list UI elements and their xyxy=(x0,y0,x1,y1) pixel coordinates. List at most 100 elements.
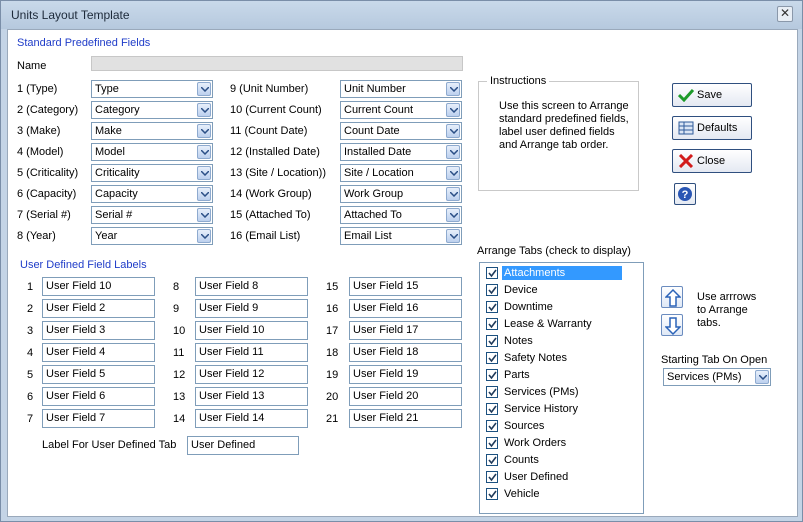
std-field-model-select[interactable]: Model xyxy=(91,143,213,161)
std-field-capacity-label: 6 (Capacity) xyxy=(17,188,77,200)
tab-item-user-defined[interactable]: User Defined xyxy=(484,469,640,485)
user-field-10-input[interactable]: User Field 10 xyxy=(195,321,308,340)
help-glyph: ? xyxy=(682,189,689,201)
arrange-tabs-list[interactable]: Attachments Device Downtime Lease & Warrant… xyxy=(479,262,644,514)
move-down-button[interactable] xyxy=(661,314,683,336)
tab-item-downtime[interactable]: Downtime xyxy=(484,299,640,315)
user-defined-tab-input[interactable]: User Defined xyxy=(187,436,299,455)
tab-item-counts[interactable]: Counts xyxy=(484,452,640,468)
std-field-site-location-label: 13 (Site / Location)) xyxy=(230,167,326,179)
tab-item-services-pms-label: Services (PMs) xyxy=(504,386,579,398)
user-field-14-number: 14 xyxy=(173,413,186,425)
user-field-2-input[interactable]: User Field 2 xyxy=(42,299,155,318)
close-button[interactable]: Close xyxy=(672,149,752,173)
checkmark-icon xyxy=(488,490,497,499)
tab-item-counts-checkbox[interactable] xyxy=(486,454,498,466)
defaults-button[interactable]: Defaults xyxy=(672,116,752,140)
user-defined-heading: User Defined Field Labels xyxy=(20,259,147,271)
window-close-button[interactable]: ✕ xyxy=(777,6,793,22)
tab-item-attachments[interactable]: Attachments xyxy=(484,265,640,281)
tab-item-services-pms[interactable]: Services (PMs) xyxy=(484,384,640,400)
defaults-grid-icon xyxy=(678,121,694,135)
tab-item-notes[interactable]: Notes xyxy=(484,333,640,349)
std-field-attached-to-value: Attached To xyxy=(344,209,402,221)
user-field-17-number: 17 xyxy=(326,325,339,337)
user-field-20-input[interactable]: User Field 20 xyxy=(349,387,462,406)
user-field-21-input[interactable]: User Field 21 xyxy=(349,409,462,428)
tab-item-safety-notes-checkbox[interactable] xyxy=(486,352,498,364)
std-field-make-select[interactable]: Make xyxy=(91,122,213,140)
help-button[interactable]: ? xyxy=(674,183,696,205)
tab-item-parts[interactable]: Parts xyxy=(484,367,640,383)
tab-item-sources-checkbox[interactable] xyxy=(486,420,498,432)
chevron-down-icon xyxy=(446,103,460,117)
tab-item-service-history[interactable]: Service History xyxy=(484,401,640,417)
tab-item-device[interactable]: Device xyxy=(484,282,640,298)
tab-item-downtime-checkbox[interactable] xyxy=(486,301,498,313)
chevron-down-icon xyxy=(197,208,211,222)
user-field-12-input[interactable]: User Field 12 xyxy=(195,365,308,384)
user-field-9-input[interactable]: User Field 9 xyxy=(195,299,308,318)
tab-item-service-history-checkbox[interactable] xyxy=(486,403,498,415)
tab-item-notes-checkbox[interactable] xyxy=(486,335,498,347)
user-field-8-input[interactable]: User Field 8 xyxy=(195,277,308,296)
save-button[interactable]: Save xyxy=(672,83,752,107)
std-field-email-list-value: Email List xyxy=(344,230,392,242)
tab-item-user-defined-checkbox[interactable] xyxy=(486,471,498,483)
std-field-attached-to-select[interactable]: Attached To xyxy=(340,206,462,224)
tab-item-services-pms-checkbox[interactable] xyxy=(486,386,498,398)
tab-item-vehicle-checkbox[interactable] xyxy=(486,488,498,500)
tab-item-lease-warranty[interactable]: Lease & Warranty xyxy=(484,316,640,332)
user-field-8-value: User Field 8 xyxy=(199,280,259,292)
tab-item-work-orders-checkbox[interactable] xyxy=(486,437,498,449)
move-up-button[interactable] xyxy=(661,286,683,308)
std-field-type-label: 1 (Type) xyxy=(17,83,58,95)
std-field-site-location-value: Site / Location xyxy=(344,167,414,179)
std-field-current-count-select[interactable]: Current Count xyxy=(340,101,462,119)
tab-item-vehicle[interactable]: Vehicle xyxy=(484,486,640,502)
chevron-down-icon xyxy=(197,229,211,243)
user-field-13-input[interactable]: User Field 13 xyxy=(195,387,308,406)
user-field-19-input[interactable]: User Field 19 xyxy=(349,365,462,384)
user-field-2-number: 2 xyxy=(27,303,34,315)
tab-item-attachments-checkbox[interactable] xyxy=(486,267,498,279)
std-field-work-group-select[interactable]: Work Group xyxy=(340,185,462,203)
std-field-unit-number-select[interactable]: Unit Number xyxy=(340,80,462,98)
save-button-label: Save xyxy=(697,89,723,101)
std-field-installed-date-select[interactable]: Installed Date xyxy=(340,143,462,161)
tab-item-work-orders[interactable]: Work Orders xyxy=(484,435,640,451)
tab-item-parts-checkbox[interactable] xyxy=(486,369,498,381)
user-field-3-input[interactable]: User Field 3 xyxy=(42,321,155,340)
tab-item-device-checkbox[interactable] xyxy=(486,284,498,296)
std-field-count-date-select[interactable]: Count Date xyxy=(340,122,462,140)
std-field-type-select[interactable]: Type xyxy=(91,80,213,98)
std-field-criticality-select[interactable]: Criticality xyxy=(91,164,213,182)
std-field-year-select[interactable]: Year xyxy=(91,227,213,245)
tab-item-safety-notes[interactable]: Safety Notes xyxy=(484,350,640,366)
user-field-14-value: User Field 14 xyxy=(199,412,265,424)
user-field-16-input[interactable]: User Field 16 xyxy=(349,299,462,318)
user-field-14-input[interactable]: User Field 14 xyxy=(195,409,308,428)
checkmark-icon xyxy=(488,269,497,278)
tab-item-attachments-label: Attachments xyxy=(502,266,622,280)
tab-item-sources[interactable]: Sources xyxy=(484,418,640,434)
std-field-capacity-select[interactable]: Capacity xyxy=(91,185,213,203)
user-field-18-input[interactable]: User Field 18 xyxy=(349,343,462,362)
std-field-category-select[interactable]: Category xyxy=(91,101,213,119)
user-field-11-input[interactable]: User Field 11 xyxy=(195,343,308,362)
starting-tab-select[interactable]: Services (PMs) xyxy=(663,368,771,386)
user-field-6-input[interactable]: User Field 6 xyxy=(42,387,155,406)
user-field-1-input[interactable]: User Field 10 xyxy=(42,277,155,296)
arrow-up-icon xyxy=(665,289,681,307)
tab-item-lease-warranty-checkbox[interactable] xyxy=(486,318,498,330)
user-field-15-input[interactable]: User Field 15 xyxy=(349,277,462,296)
user-defined-tab-caption: Label For User Defined Tab xyxy=(42,439,177,451)
chevron-down-icon xyxy=(446,124,460,138)
user-field-4-input[interactable]: User Field 4 xyxy=(42,343,155,362)
user-field-17-input[interactable]: User Field 17 xyxy=(349,321,462,340)
std-field-email-list-select[interactable]: Email List xyxy=(340,227,462,245)
user-field-5-input[interactable]: User Field 5 xyxy=(42,365,155,384)
user-field-7-input[interactable]: User Field 7 xyxy=(42,409,155,428)
std-field-site-location-select[interactable]: Site / Location xyxy=(340,164,462,182)
std-field-serial-select[interactable]: Serial # xyxy=(91,206,213,224)
